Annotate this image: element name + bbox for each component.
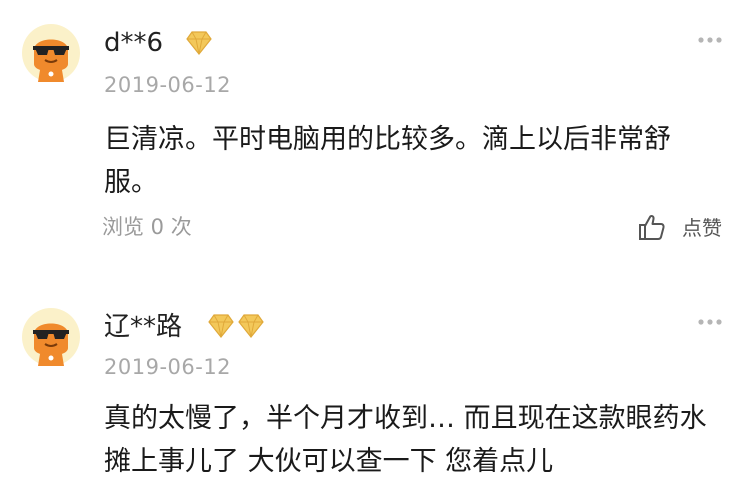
more-dots-icon[interactable] bbox=[697, 36, 723, 44]
review-item: 辽**路 2019-06-12 真的太慢了，半个月才收到… 而且现在这款眼药水摊… bbox=[0, 283, 750, 488]
username: 辽**路 bbox=[104, 312, 183, 342]
more-dots-icon[interactable] bbox=[697, 318, 723, 326]
view-count: 浏览 0 次 bbox=[102, 215, 192, 239]
diamond-badge-icon bbox=[208, 314, 264, 338]
review-date: 2019-06-12 bbox=[104, 355, 232, 379]
like-label: 点赞 bbox=[682, 216, 722, 240]
thumbs-up-icon bbox=[639, 214, 665, 240]
review-content: 真的太慢了，半个月才收到… 而且现在这款眼药水摊上事儿了 大伙可以查一下 您着点… bbox=[104, 403, 707, 477]
review-item: d**6 2019-06-12 巨清凉。平时电脑用的比较多。滴上以后非常舒服。 … bbox=[0, 0, 750, 283]
review-content: 巨清凉。平时电脑用的比较多。滴上以后非常舒服。 bbox=[104, 124, 671, 198]
username: d**6 bbox=[104, 28, 164, 58]
review-date: 2019-06-12 bbox=[104, 73, 232, 97]
avatar[interactable] bbox=[22, 308, 80, 366]
diamond-badge-icon bbox=[186, 31, 212, 55]
avatar[interactable] bbox=[22, 24, 80, 82]
